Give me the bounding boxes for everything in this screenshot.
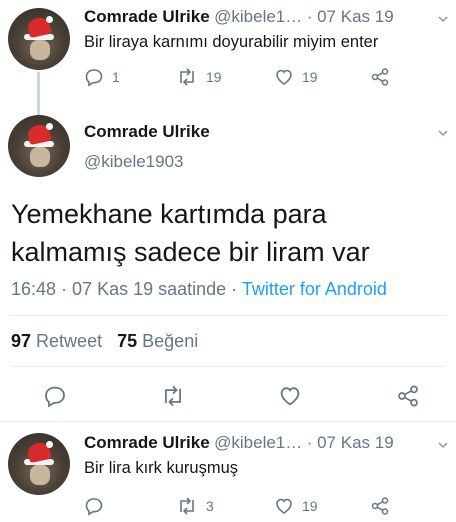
tweet-text: Yemekhane kartımda para kalmamış sadece …	[11, 195, 441, 271]
tweet-text: Bir lira kırk kuruşmuş	[84, 459, 239, 477]
chevron-down-icon[interactable]	[438, 14, 448, 24]
source-app-link[interactable]: Twitter for Android	[242, 279, 387, 299]
retweet-count: 19	[206, 69, 222, 85]
chevron-down-icon[interactable]	[438, 440, 448, 450]
avatar[interactable]	[8, 8, 70, 70]
tweet-text-line: kalmamış sadece bir liram var	[11, 237, 370, 267]
like-count: 19	[302, 69, 318, 85]
like-button[interactable]: 19	[274, 67, 318, 87]
avatar[interactable]	[8, 433, 70, 495]
divider	[10, 366, 446, 367]
avatar[interactable]	[8, 115, 70, 177]
author-handle[interactable]: @kibele1903	[84, 152, 184, 172]
author-handle[interactable]: @kibele1…	[214, 433, 302, 452]
heart-icon[interactable]	[278, 384, 302, 408]
thread-connector	[37, 72, 40, 116]
retweets-count[interactable]: 97	[11, 331, 31, 351]
tweet-text-line: Yemekhane kartımda para	[11, 199, 327, 229]
like-count: 19	[302, 498, 318, 514]
author-name[interactable]: Comrade Ulrike	[84, 7, 210, 26]
retweet-button[interactable]: 19	[176, 67, 222, 87]
reply-icon[interactable]	[43, 384, 67, 408]
reply-icon[interactable]	[84, 496, 104, 516]
engagement-counts: 97 Retweet 75 Beğeni	[11, 331, 198, 352]
retweet-button[interactable]: 3	[176, 496, 214, 516]
share-icon[interactable]	[396, 384, 420, 408]
divider	[10, 315, 446, 316]
reply-count: 1	[112, 69, 120, 85]
tweet-date[interactable]: · 07 Kas 19	[307, 433, 394, 452]
share-icon[interactable]	[370, 496, 390, 516]
divider	[0, 421, 456, 422]
retweet-count: 3	[206, 498, 214, 514]
likes-label[interactable]: Beğeni	[142, 331, 198, 351]
chevron-down-icon[interactable]	[438, 128, 448, 138]
heart-icon	[276, 498, 292, 514]
tweet-date[interactable]: · 07 Kas 19	[307, 7, 394, 26]
like-button[interactable]: 19	[274, 496, 318, 516]
heart-icon	[276, 69, 292, 85]
retweets-label[interactable]: Retweet	[36, 331, 102, 351]
retweet-icon[interactable]	[160, 384, 186, 408]
tweet-meta: 16:48 · 07 Kas 19 saatinde · Twitter for…	[11, 279, 387, 300]
likes-count[interactable]: 75	[117, 331, 137, 351]
author-name[interactable]: Comrade Ulrike	[84, 433, 210, 452]
reply-button[interactable]: 1	[84, 67, 120, 87]
retweet-icon	[180, 497, 194, 515]
author-name[interactable]: Comrade Ulrike	[84, 122, 210, 142]
tweet-text: Bir liraya karnımı doyurabilir miyim ent…	[84, 33, 379, 51]
reply-icon	[85, 69, 103, 87]
tweet-timestamp: 16:48 · 07 Kas 19 saatinde ·	[11, 279, 242, 299]
retweet-icon	[180, 68, 194, 86]
share-icon[interactable]	[370, 67, 390, 87]
author-handle[interactable]: @kibele1…	[214, 7, 302, 26]
